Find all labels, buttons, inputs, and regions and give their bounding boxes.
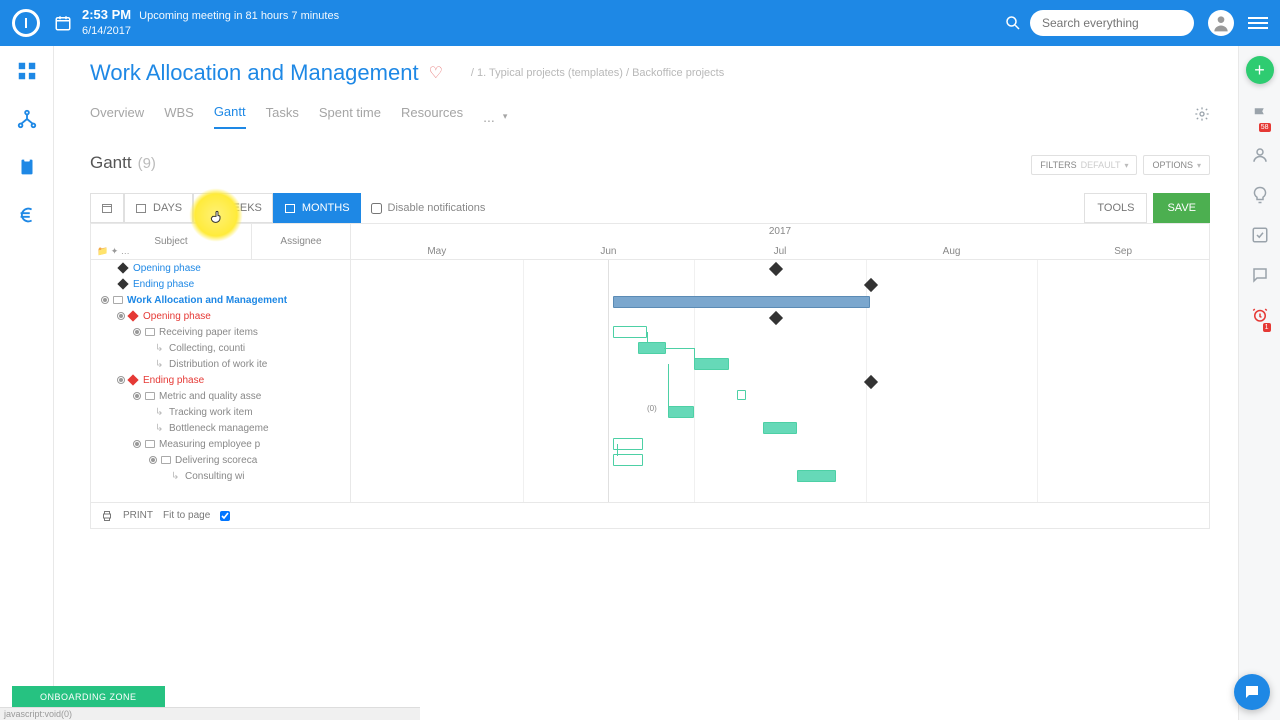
tab-more[interactable]: ...▾: [483, 109, 507, 125]
tree-row[interactable]: ↳Distribution of work ite: [91, 356, 350, 372]
bulb-icon[interactable]: [1251, 186, 1269, 204]
disable-notifications-checkbox[interactable]: Disable notifications: [371, 202, 486, 214]
favorite-icon[interactable]: ♡: [429, 63, 443, 83]
gantt-toolbar: DAYS WEEKS MONTHS Disable notifications …: [90, 193, 1210, 223]
tree-controls-icon[interactable]: 📁 ✦ …: [97, 246, 130, 257]
alarm-icon[interactable]: 1: [1251, 306, 1269, 324]
tree-row[interactable]: ↳Tracking work item: [91, 404, 350, 420]
gantt-chart: Subject Assignee 📁 ✦ … Opening phase End…: [90, 223, 1210, 503]
avatar[interactable]: [1208, 10, 1234, 36]
page-title: Work Allocation and Management: [90, 60, 419, 86]
tab-spent-time[interactable]: Spent time: [319, 105, 381, 128]
gantt-bar[interactable]: [694, 358, 728, 370]
status-bar-link: javascript:void(0): [0, 707, 420, 720]
calendar-icon[interactable]: [54, 14, 72, 32]
tree-row[interactable]: ↳Collecting, counti: [91, 340, 350, 356]
hierarchy-icon[interactable]: [16, 108, 38, 130]
print-label[interactable]: PRINT: [123, 510, 153, 521]
cursor-icon: [210, 208, 226, 226]
search-input[interactable]: [1030, 10, 1194, 36]
chat-fab[interactable]: [1234, 674, 1270, 710]
menu-icon[interactable]: [1248, 13, 1268, 33]
gantt-tree-panel: Subject Assignee 📁 ✦ … Opening phase End…: [91, 224, 351, 502]
filters-button[interactable]: FILTERS DEFAULT▾: [1031, 155, 1137, 175]
gantt-bar[interactable]: [613, 326, 647, 338]
month-label: Sep: [1037, 246, 1209, 257]
flag-icon[interactable]: 58: [1251, 106, 1269, 124]
current-date: 6/14/2017: [82, 24, 339, 38]
month-label: Jul: [694, 246, 866, 257]
tools-button[interactable]: TOOLS: [1084, 193, 1147, 223]
app-header: 2:53 PM Upcoming meeting in 81 hours 7 m…: [0, 0, 1280, 46]
gantt-bar[interactable]: [737, 390, 746, 400]
tree-row[interactable]: ↳Bottleneck manageme: [91, 420, 350, 436]
clock-time: 2:53 PM: [82, 7, 131, 24]
month-label: Aug: [866, 246, 1038, 257]
fit-to-page-checkbox[interactable]: [220, 511, 230, 521]
tab-settings-icon[interactable]: [1194, 106, 1210, 127]
time-block: 2:53 PM Upcoming meeting in 81 hours 7 m…: [82, 7, 339, 38]
meeting-countdown: Upcoming meeting in 81 hours 7 minutes: [139, 9, 339, 23]
calendar-picker-button[interactable]: [90, 193, 124, 223]
brand-logo[interactable]: [12, 9, 40, 37]
print-icon[interactable]: [101, 510, 113, 522]
gantt-bar[interactable]: [638, 342, 665, 354]
tab-overview[interactable]: Overview: [90, 105, 144, 128]
fit-to-page-label: Fit to page: [163, 510, 210, 521]
today-marker: [608, 260, 609, 502]
tab-wbs[interactable]: WBS: [164, 105, 194, 128]
person-icon[interactable]: [1251, 146, 1269, 164]
right-rail: + 58 1: [1238, 46, 1280, 720]
tree-row[interactable]: Measuring employee p: [91, 436, 350, 452]
tree-row[interactable]: Metric and quality asse: [91, 388, 350, 404]
tree-row[interactable]: Opening phase: [91, 308, 350, 324]
dashboard-icon[interactable]: [16, 60, 38, 82]
tree-row[interactable]: ↳Consulting wi: [91, 468, 350, 484]
scale-months-button[interactable]: MONTHS: [273, 193, 361, 223]
print-bar: PRINT Fit to page: [90, 503, 1210, 529]
project-tabs: Overview WBS Gantt Tasks Spent time Reso…: [90, 104, 1210, 129]
gantt-milestone[interactable]: [769, 262, 783, 276]
gantt-bar[interactable]: [763, 422, 797, 434]
main-content: Work Allocation and Management ♡ / 1. Ty…: [54, 46, 1238, 720]
tree-row[interactable]: Receiving paper items: [91, 324, 350, 340]
tree-row[interactable]: Work Allocation and Management: [91, 292, 350, 308]
section-count: (9): [138, 155, 156, 172]
chat-icon[interactable]: [1251, 266, 1269, 284]
month-label: May: [351, 246, 523, 257]
column-assignee[interactable]: Assignee: [251, 224, 350, 259]
breadcrumb[interactable]: / 1. Typical projects (templates) / Back…: [471, 67, 724, 79]
section-title: Gantt: [90, 153, 132, 173]
save-button[interactable]: SAVE: [1153, 193, 1210, 223]
gantt-bar[interactable]: [613, 296, 870, 308]
gantt-bar[interactable]: [668, 406, 694, 418]
gantt-timeline-panel[interactable]: 2017 May Jun Jul Aug Sep: [351, 224, 1209, 502]
clipboard-icon[interactable]: [16, 156, 38, 178]
gantt-milestone[interactable]: [769, 311, 783, 325]
add-button[interactable]: +: [1246, 56, 1274, 84]
tree-row[interactable]: Ending phase: [91, 372, 350, 388]
tab-tasks[interactable]: Tasks: [266, 105, 299, 128]
left-rail: [0, 46, 54, 720]
check-icon[interactable]: [1251, 226, 1269, 244]
search-icon[interactable]: [1004, 14, 1022, 32]
scale-days-button[interactable]: DAYS: [124, 193, 193, 223]
tab-gantt[interactable]: Gantt: [214, 104, 246, 129]
gantt-bar[interactable]: [797, 470, 836, 482]
options-button[interactable]: OPTIONS▾: [1143, 155, 1210, 175]
timeline-year: 2017: [769, 226, 791, 237]
tab-resources[interactable]: Resources: [401, 105, 463, 128]
tree-row[interactable]: Ending phase: [91, 276, 350, 292]
onboarding-zone-button[interactable]: ONBOARDING ZONE: [12, 686, 165, 708]
month-label: Jun: [523, 246, 695, 257]
tree-row[interactable]: Opening phase: [91, 260, 350, 276]
euro-icon[interactable]: [16, 204, 38, 226]
tree-row[interactable]: Delivering scoreca: [91, 452, 350, 468]
scale-weeks-button[interactable]: WEEKS: [193, 193, 273, 223]
